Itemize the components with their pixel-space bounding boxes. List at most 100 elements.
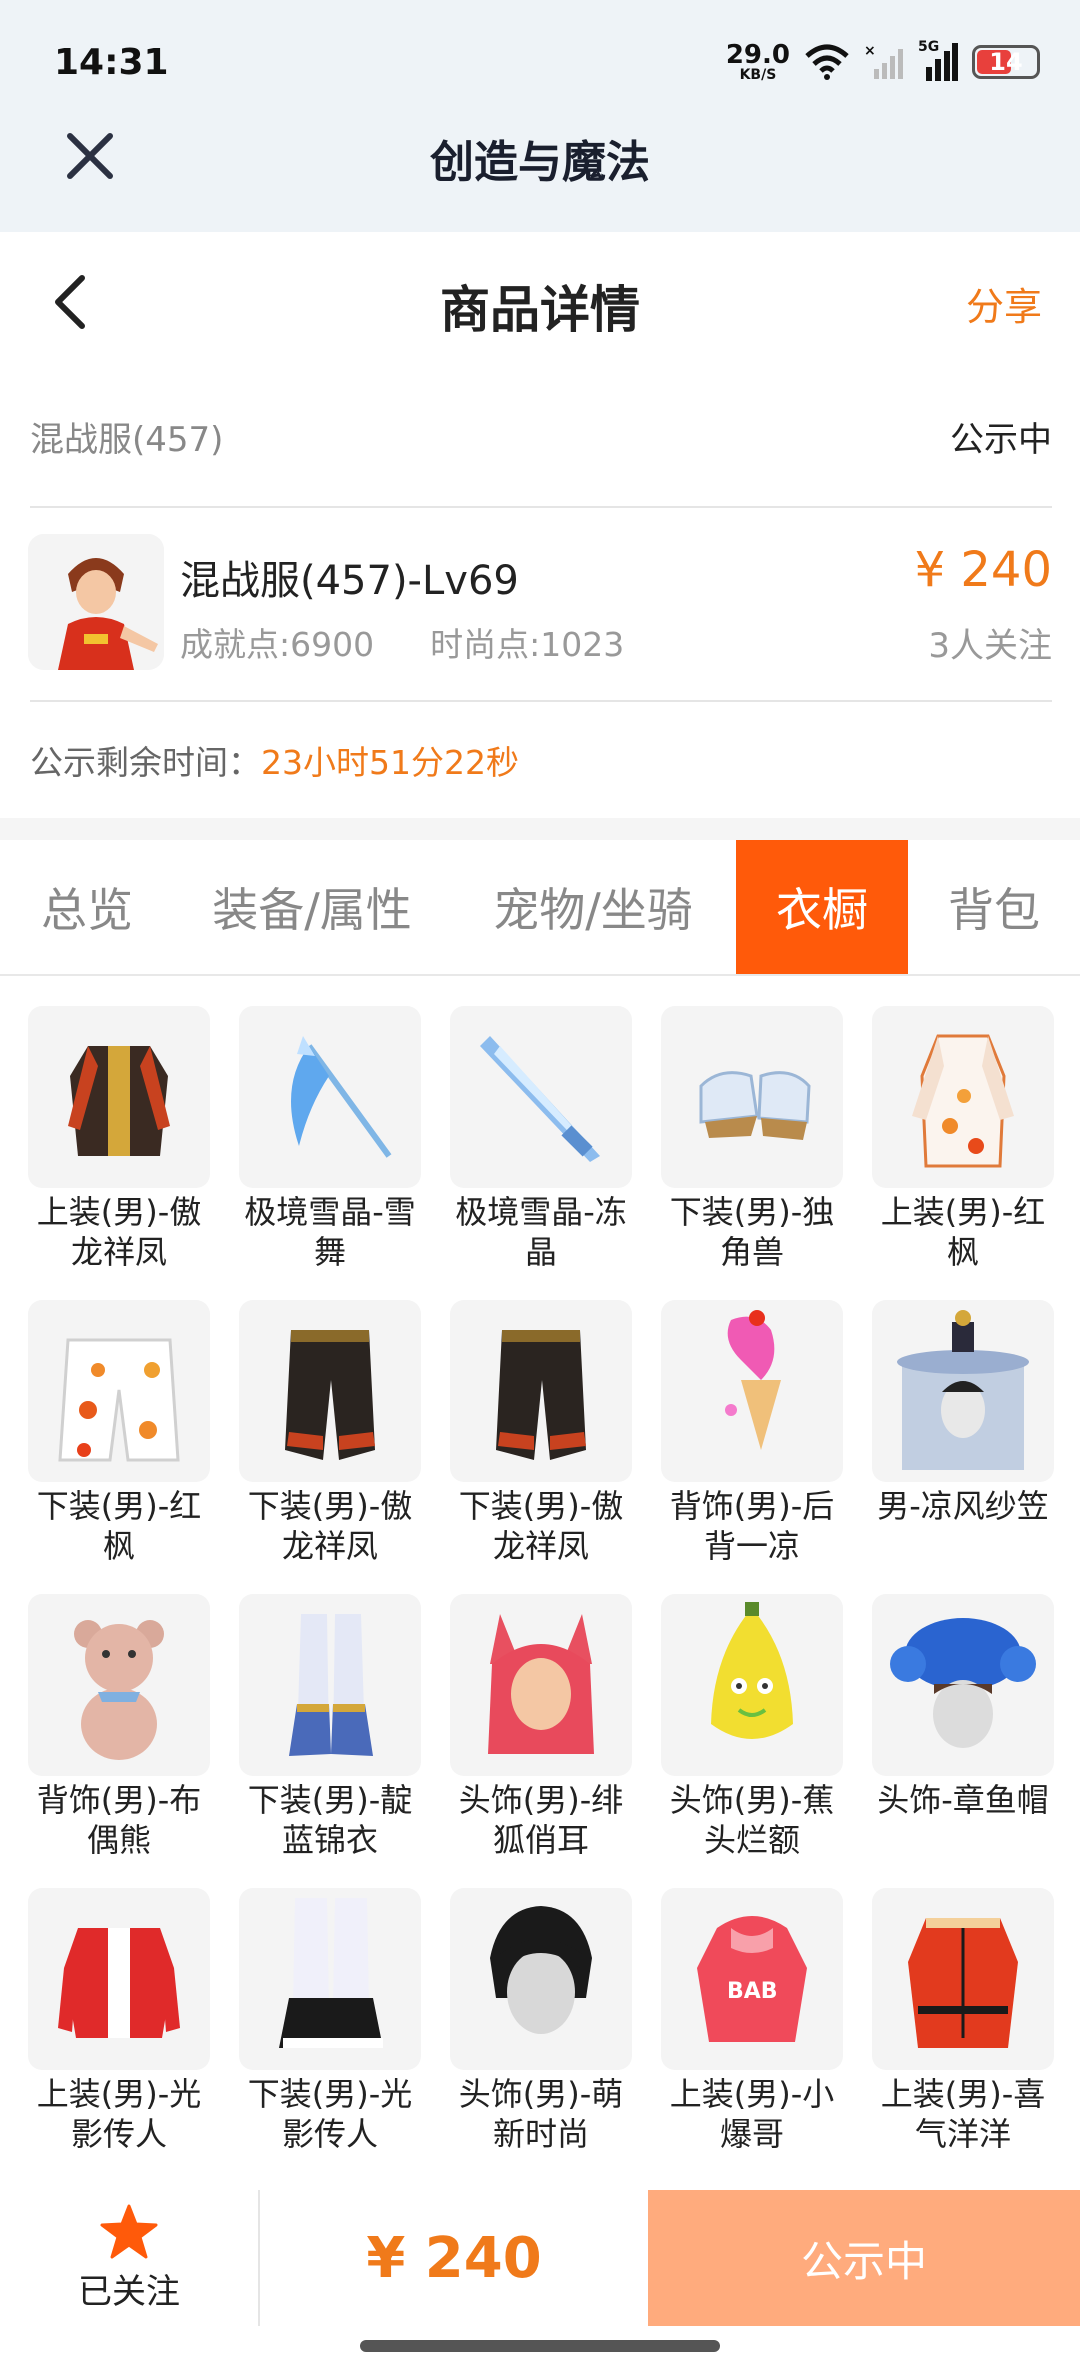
white-boots-icon [239,1888,421,2070]
wardrobe-item-label: 下装(男)-红枫 [36,1487,202,1565]
wardrobe-item[interactable]: 头饰(男)-绯狐俏耳 [450,1594,632,1862]
speed-value: 29.0 [725,40,790,70]
product-summary: 混战服(457)-Lv69 成就点:6900 时尚点:1023 ¥ 240 3人… [28,534,1052,674]
server-name: 混战服(457) [30,420,224,460]
octopus-hat-icon [872,1594,1054,1776]
divider [30,700,1052,702]
tab-3[interactable]: 衣橱 [736,840,908,974]
wardrobe-item-label: 下装(男)-靛蓝锦衣 [247,1781,413,1859]
wardrobe-item-label: 上装(男)-傲龙祥凤 [36,1193,202,1271]
teddy-bear-icon [28,1594,210,1776]
tab-0[interactable]: 总览 [0,840,174,974]
icecream-back-icon [661,1300,843,1482]
dragon-pants-icon [239,1300,421,1482]
tab-4[interactable]: 背包 [908,840,1080,974]
indigo-boots-icon [239,1594,421,1776]
banana-head-icon [661,1594,843,1776]
public-status: 公示中 [950,420,1052,460]
tab-2[interactable]: 宠物/坐骑 [450,840,736,974]
section-gap [0,818,1080,840]
network-speed: 29.0 KB/S [726,42,790,82]
star-icon [100,2204,158,2258]
wardrobe-item-label: 男-凉风纱笠 [877,1487,1049,1525]
tab-bar: 总览 装备/属性 宠物/坐骑 衣橱 背包 [0,840,1080,976]
maple-robe-icon [872,1006,1054,1188]
wardrobe-item[interactable]: 头饰-章鱼帽 [872,1594,1054,1862]
wardrobe-item[interactable]: 极境雪晶-冻晶 [450,1006,632,1274]
page-title: 商品详情 [440,281,640,339]
app-title: 创造与魔法 [430,137,650,188]
achievement-points: 成就点:6900 [180,625,375,664]
wardrobe-grid: 上装(男)-傲龙祥凤 极境雪晶-雪舞 极境雪晶-冻晶 下装(男)-独角兽 上装(男)-红… [28,1006,1054,2156]
no-signal-icon: × [864,43,903,79]
wardrobe-item[interactable]: 下装(男)-光影传人 [239,1888,421,2156]
wardrobe-item[interactable]: 下装(男)-傲龙祥凤 [450,1300,632,1568]
signal-5g: 5G [918,39,958,81]
wardrobe-item[interactable]: 下装(男)-红枫 [28,1300,210,1568]
battery-icon: 14 [972,45,1040,79]
wardrobe-item[interactable]: 背饰(男)-后背一凉 [661,1300,843,1568]
status-time: 14:31 [54,42,169,83]
product-name: 混战服(457)-Lv69 [180,558,519,604]
server-row: 混战服(457) 公示中 [30,412,1052,461]
wifi-icon [805,44,849,80]
fox-ears-icon [450,1594,632,1776]
wardrobe-item[interactable]: 上装(男)-傲龙祥凤 [28,1006,210,1274]
divider [30,506,1052,508]
red-tang-suit-icon [872,1888,1054,2070]
wardrobe-item-label: 上装(男)-小爆哥 [669,2075,835,2153]
wardrobe-item[interactable]: 上装(男)-光影传人 [28,1888,210,2156]
countdown-value: 23小时51分22秒 [261,743,519,782]
share-button[interactable]: 分享 [966,276,1042,331]
character-avatar [28,534,164,670]
dragon-robe-icon [28,1006,210,1188]
wardrobe-item-label: 上装(男)-光影传人 [36,2075,202,2153]
wardrobe-item[interactable]: 下装(男)-傲龙祥凤 [239,1300,421,1568]
network-type: 5G [918,39,940,55]
countdown-label: 公示剩余时间： [30,743,261,782]
wardrobe-item[interactable]: 极境雪晶-雪舞 [239,1006,421,1274]
home-indicator[interactable] [360,2340,720,2352]
wardrobe-item-label: 背饰(男)-布偶熊 [36,1781,202,1859]
wardrobe-item-label: 上装(男)-喜气洋洋 [880,2075,1046,2153]
follow-button[interactable]: 已关注 [0,2190,258,2326]
dragon-pants-icon [450,1300,632,1482]
wardrobe-item[interactable]: BAB 上装(男)-小爆哥 [661,1888,843,2156]
svg-text:BAB: BAB [727,1979,778,2004]
wardrobe-item[interactable]: 背饰(男)-布偶熊 [28,1594,210,1862]
wardrobe-item[interactable]: 头饰(男)-蕉头烂额 [661,1594,843,1862]
wardrobe-item[interactable]: 男-凉风纱笠 [872,1300,1054,1568]
wardrobe-item[interactable]: 头饰(男)-萌新时尚 [450,1888,632,2156]
wardrobe-item[interactable]: 上装(男)-红枫 [872,1006,1054,1274]
ice-scythe-icon [239,1006,421,1188]
product-stats: 成就点:6900 时尚点:1023 [180,618,624,666]
black-hair-icon [450,1888,632,2070]
wardrobe-item-label: 头饰-章鱼帽 [877,1781,1049,1819]
tab-1[interactable]: 装备/属性 [174,840,450,974]
wardrobe-item-label: 极境雪晶-雪舞 [244,1193,416,1271]
bottom-price: ¥ 240 [366,2225,542,2291]
wardrobe-item[interactable]: 上装(男)-喜气洋洋 [872,1888,1054,2156]
wardrobe-item-label: 下装(男)-傲龙祥凤 [458,1487,624,1565]
wardrobe-item-label: 极境雪晶-冻晶 [455,1193,627,1271]
product-price: ¥ 240 [914,542,1052,598]
wardrobe-item-label: 下装(男)-傲龙祥凤 [247,1487,413,1565]
red-jacket-icon [28,1888,210,2070]
wardrobe-item[interactable]: 下装(男)-靛蓝锦衣 [239,1594,421,1862]
app-top-area: 14:31 29.0 KB/S × 5G 14 创造与魔法 [0,0,1080,232]
unicorn-boots-icon [661,1006,843,1188]
veil-hat-icon [872,1300,1054,1482]
follow-label: 已关注 [78,2271,180,2312]
maple-pants-icon [28,1300,210,1482]
pink-hoodie-icon: BAB [661,1888,843,2070]
wardrobe-item-label: 头饰(男)-蕉头烂额 [669,1781,835,1859]
wardrobe-item[interactable]: 下装(男)-独角兽 [661,1006,843,1274]
page-header: 商品详情 分享 [0,232,1080,372]
wardrobe-item-label: 背饰(男)-后背一凉 [669,1487,835,1565]
status-icons: 29.0 KB/S × 5G 14 [726,36,1040,88]
wardrobe-item-label: 下装(男)-独角兽 [669,1193,835,1271]
wardrobe-item-label: 上装(男)-红枫 [880,1193,1046,1271]
public-status-button[interactable]: 公示中 [648,2190,1080,2326]
wardrobe-item-label: 下装(男)-光影传人 [247,2075,413,2153]
wardrobe-item-label: 头饰(男)-绯狐俏耳 [458,1781,624,1859]
